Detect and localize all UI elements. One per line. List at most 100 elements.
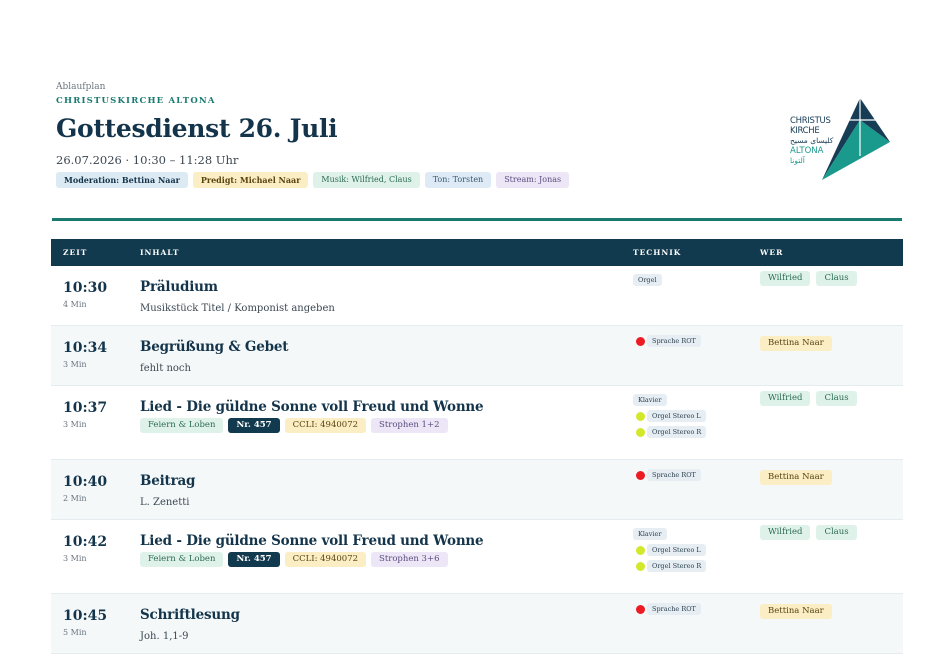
tech-chip: Orgel Stereo R	[647, 426, 707, 438]
tech-chip: Klavier	[633, 394, 667, 406]
row-duration: 5 Min	[63, 628, 87, 637]
row-tech: Sprache ROT	[633, 603, 701, 615]
row-who: Wilfried Claus	[760, 271, 857, 286]
tech-chip: Klavier	[633, 528, 667, 540]
page-header: Ablaufplan CHRISTUSKIRCHE ALTONA Gottesd…	[56, 80, 876, 188]
tech-item: Klavier	[633, 394, 667, 406]
row-duration: 3 Min	[63, 360, 87, 369]
table-row: 10:37 3 Min Lied - Die güldne Sonne voll F…	[51, 386, 903, 460]
service-date-time: 26.07.2026 · 10:30 – 11:28 Uhr	[56, 153, 239, 167]
row-tech: Klavier Orgel Stereo L Orgel Stereo R	[633, 394, 707, 438]
row-time: 10:42	[63, 534, 108, 550]
column-header-who: WER	[760, 248, 784, 257]
row-title: Lied - Die güldne Sonne voll Freud und W…	[140, 533, 484, 549]
row-time: 10:34	[63, 340, 108, 356]
role-badge: Ton: Torsten	[424, 172, 492, 188]
role-badge: Predigt: Michael Naar	[192, 172, 309, 188]
row-subtitle: Musikstück Titel / Komponist angeben	[140, 303, 335, 314]
song-tag: Feiern & Loben	[140, 418, 224, 433]
yellow-channel-dot-icon	[636, 427, 645, 437]
row-who: Bettina Naar	[760, 336, 832, 351]
row-tech: Orgel	[633, 274, 662, 286]
row-duration: 2 Min	[63, 494, 87, 503]
row-subtitle: Joh. 1,1-9	[140, 631, 189, 642]
row-duration: 3 Min	[63, 554, 87, 563]
song-tag: CCLI: 4940072	[284, 552, 367, 567]
tech-item: Orgel Stereo R	[633, 560, 707, 572]
song-tag: Feiern & Loben	[140, 552, 224, 567]
person-badge: Claus	[816, 525, 857, 540]
row-time: 10:37	[63, 400, 108, 416]
song-tag: Strophen 1+2	[371, 418, 448, 433]
role-badge: Moderation: Bettina Naar	[56, 172, 188, 188]
table-header: ZEIT INHALT TECHNIK WER	[51, 239, 903, 266]
table-row: 10:42 3 Min Lied - Die güldne Sonne voll F…	[51, 520, 903, 594]
row-title: Begrüßung & Gebet	[140, 339, 289, 355]
person-badge: Bettina Naar	[760, 470, 832, 485]
role-badge: Musik: Wilfried, Claus	[313, 172, 420, 188]
row-subtitle: fehlt noch	[140, 363, 191, 374]
tech-item: Sprache ROT	[633, 335, 701, 347]
tech-item: Sprache ROT	[633, 603, 701, 615]
yellow-channel-dot-icon	[636, 561, 645, 571]
row-tech: Klavier Orgel Stereo L Orgel Stereo R	[633, 528, 707, 572]
person-badge: Bettina Naar	[760, 604, 832, 619]
song-tag: Nr. 457	[228, 418, 280, 433]
row-duration: 4 Min	[63, 300, 87, 309]
role-badges: Moderation: Bettina Naar Predigt: Michael…	[56, 172, 876, 188]
tech-chip: Orgel	[633, 274, 662, 286]
row-title: Beitrag	[140, 473, 196, 489]
row-tags: Feiern & Loben Nr. 457 CCLI: 4940072 Stroph…	[140, 552, 448, 567]
tech-item: Orgel Stereo L	[633, 410, 706, 422]
red-channel-dot-icon	[636, 604, 645, 614]
table-row: 10:45 5 Min Schriftlesung Joh. 1,1-9 Sprache…	[51, 594, 903, 654]
row-title: Schriftlesung	[140, 607, 240, 623]
row-time: 10:30	[63, 280, 108, 296]
song-tag: CCLI: 4940072	[284, 418, 367, 433]
song-tag: Nr. 457	[228, 552, 280, 567]
tech-chip: Orgel Stereo L	[647, 544, 706, 556]
person-badge: Bettina Naar	[760, 336, 832, 351]
table-row: 10:30 4 Min Präludium Musikstück Titel / Ko…	[51, 266, 903, 326]
column-header-tech: TECHNIK	[633, 248, 682, 257]
tech-item: Orgel Stereo L	[633, 544, 706, 556]
red-channel-dot-icon	[636, 470, 645, 480]
table-body: 10:30 4 Min Präludium Musikstück Titel / Ko…	[51, 266, 903, 654]
row-who: Bettina Naar	[760, 470, 832, 485]
column-header-time: ZEIT	[63, 248, 88, 257]
row-subtitle: L. Zenetti	[140, 497, 190, 508]
role-badge: Stream: Jonas	[496, 172, 570, 188]
tech-chip: Sprache ROT	[647, 603, 701, 615]
row-time: 10:45	[63, 608, 108, 624]
tech-item: Orgel	[633, 274, 662, 286]
tech-chip: Orgel Stereo R	[647, 560, 707, 572]
breadcrumb: Ablaufplan	[56, 82, 106, 92]
row-duration: 3 Min	[63, 420, 87, 429]
table-row: 10:34 3 Min Begrüßung & Gebet fehlt noch Spr…	[51, 326, 903, 386]
row-tags: Feiern & Loben Nr. 457 CCLI: 4940072 Stroph…	[140, 418, 448, 433]
row-title: Präludium	[140, 279, 218, 295]
row-tech: Sprache ROT	[633, 335, 701, 347]
tech-chip: Orgel Stereo L	[647, 410, 706, 422]
tech-item: Sprache ROT	[633, 469, 701, 481]
row-who: Wilfried Claus	[760, 391, 857, 406]
person-badge: Wilfried	[760, 271, 811, 286]
red-channel-dot-icon	[636, 336, 645, 346]
table-row: 10:40 2 Min Beitrag L. Zenetti Sprache ROT Be…	[51, 460, 903, 520]
person-badge: Wilfried	[760, 525, 811, 540]
row-tech: Sprache ROT	[633, 469, 701, 481]
row-time: 10:40	[63, 474, 108, 490]
column-header-content: INHALT	[140, 248, 180, 257]
tech-chip: Sprache ROT	[647, 469, 701, 481]
page-title: Gottesdienst 26. Juli	[56, 114, 338, 143]
row-who: Wilfried Claus	[760, 525, 857, 540]
row-title: Lied - Die güldne Sonne voll Freud und W…	[140, 399, 484, 415]
schedule-table: ZEIT INHALT TECHNIK WER 10:30 4 Min Prälud…	[51, 239, 903, 654]
organization-name: CHRISTUSKIRCHE ALTONA	[56, 96, 216, 106]
person-badge: Claus	[816, 391, 857, 406]
row-who: Bettina Naar	[760, 604, 832, 619]
yellow-channel-dot-icon	[636, 545, 645, 555]
church-logo: CHRISTUS KIRCHE كليساى مسيح ALTONA آلتون…	[790, 96, 892, 182]
tech-chip: Sprache ROT	[647, 335, 701, 347]
song-tag: Strophen 3+6	[371, 552, 448, 567]
